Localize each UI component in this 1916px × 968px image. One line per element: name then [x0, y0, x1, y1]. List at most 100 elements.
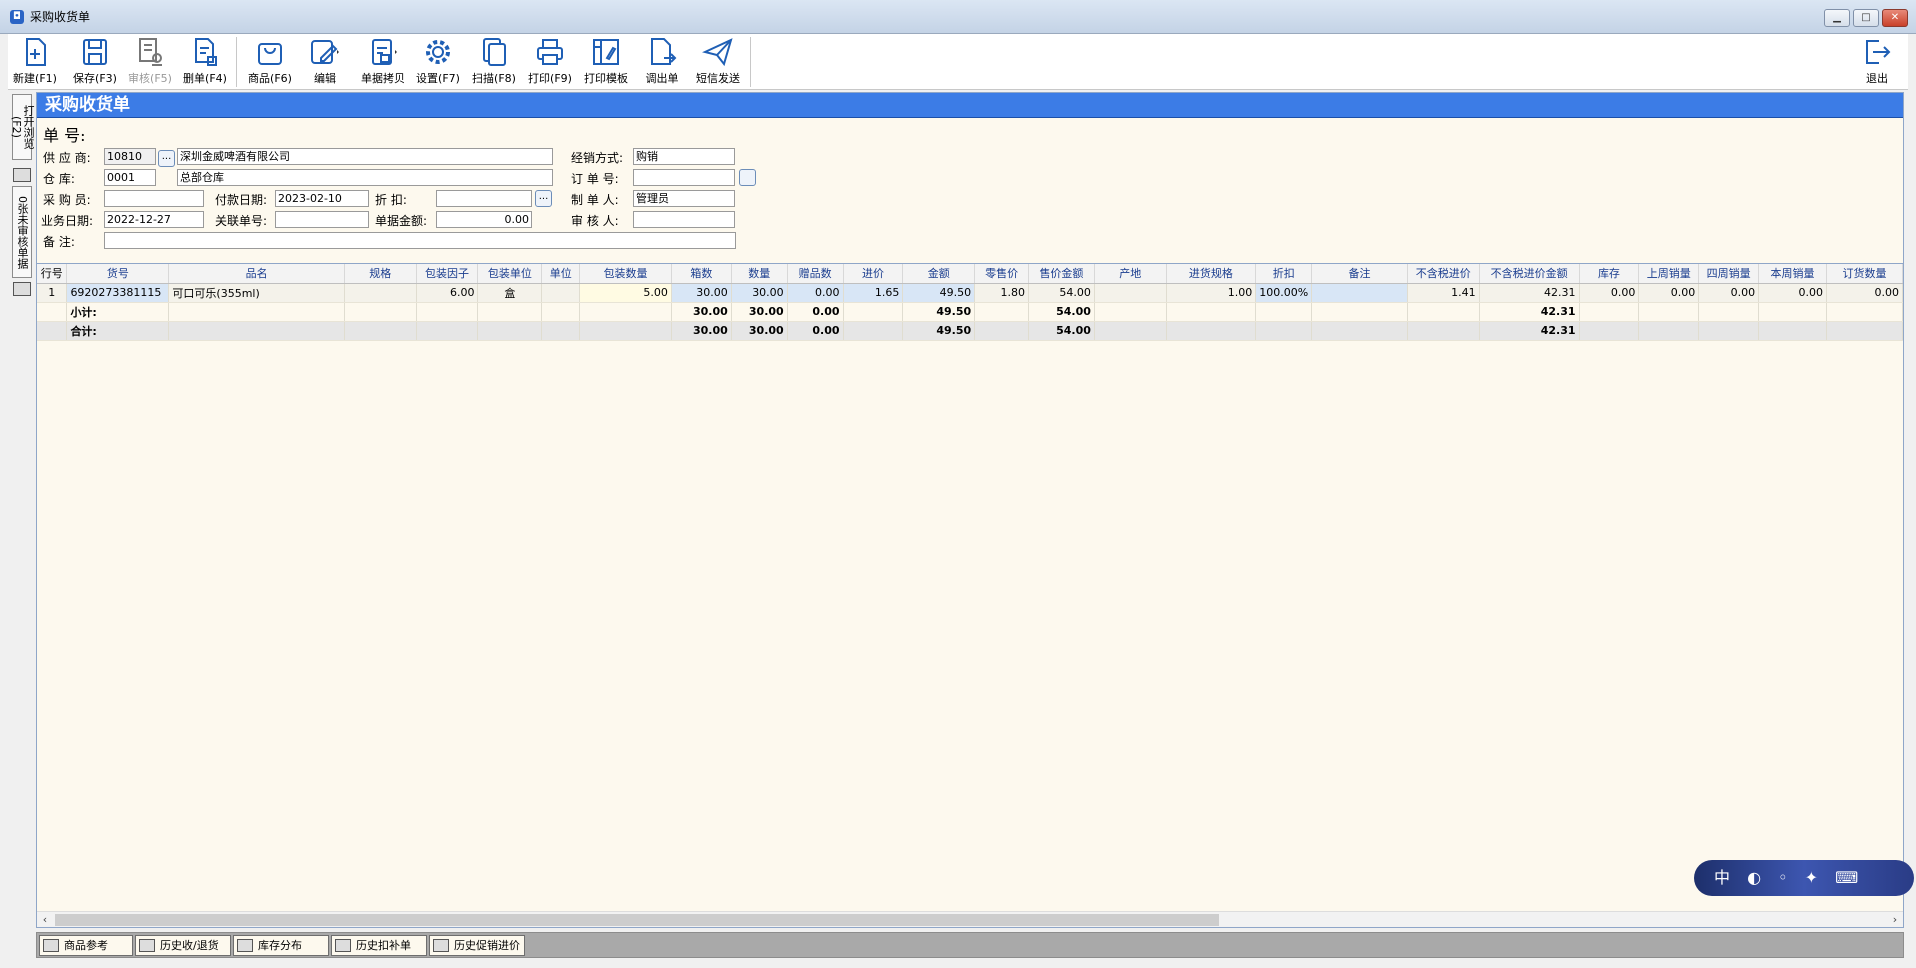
scroll-right-arrow[interactable]: ›: [1887, 912, 1903, 928]
warehouse-name-field[interactable]: 总部仓库: [177, 169, 553, 186]
tab-history-deduction[interactable]: 历史扣补单: [331, 935, 427, 956]
col-header[interactable]: 零售价: [974, 264, 1030, 284]
cell-origin[interactable]: [1094, 283, 1167, 303]
print-template-button[interactable]: 打印模板: [580, 36, 632, 88]
cell-last-week-sales[interactable]: 0.00: [1638, 283, 1700, 303]
col-header[interactable]: 规格: [344, 264, 417, 284]
cell-unit[interactable]: [541, 283, 581, 303]
goods-button[interactable]: 商品(F6): [244, 36, 296, 88]
minimize-button[interactable]: ▁: [1824, 9, 1850, 27]
new-button[interactable]: 新建(F1): [12, 36, 58, 88]
order-picker-button[interactable]: [739, 169, 756, 186]
cell-sale-amount[interactable]: 54.00: [1028, 283, 1095, 303]
col-header[interactable]: 售价金额: [1028, 264, 1095, 284]
cell-pack-unit[interactable]: 盒: [477, 283, 543, 303]
maximize-button[interactable]: □: [1853, 9, 1879, 27]
cell-discount[interactable]: 100.00%: [1255, 283, 1313, 303]
supplier-name-field[interactable]: 深圳金威啤酒有限公司: [177, 148, 553, 165]
col-header[interactable]: 数量: [731, 264, 788, 284]
col-header[interactable]: 备注: [1311, 264, 1408, 284]
col-header[interactable]: 库存: [1579, 264, 1640, 284]
tab-history-promo-price[interactable]: 历史促销进价: [429, 935, 525, 956]
cell-pack-qty[interactable]: 5.00: [579, 283, 672, 303]
cell-item-code[interactable]: 6920273381115: [66, 283, 170, 303]
buyer-field[interactable]: [104, 190, 204, 207]
auditor-field[interactable]: [633, 211, 735, 228]
discount-picker-button[interactable]: ...: [535, 190, 552, 207]
cell-pack-factor[interactable]: 6.00: [416, 283, 479, 303]
cell-order-qty[interactable]: 0.00: [1826, 283, 1903, 303]
col-header[interactable]: 包装因子: [416, 264, 479, 284]
edit-button[interactable]: 编辑: [302, 36, 348, 88]
exit-button[interactable]: 退出: [1858, 36, 1896, 88]
print-button[interactable]: 打印(F9): [524, 36, 576, 88]
save-button[interactable]: 保存(F3): [68, 36, 122, 88]
cell-purchase-spec[interactable]: 1.00: [1166, 283, 1257, 303]
col-header[interactable]: 行号: [37, 264, 68, 284]
cell-this-week-sales[interactable]: 0.00: [1758, 283, 1827, 303]
biz-date-field[interactable]: 2022-12-27: [104, 211, 204, 228]
load-doc-button[interactable]: 调出单: [640, 36, 684, 88]
cell-spec[interactable]: [344, 283, 417, 303]
table-row[interactable]: 1 6920273381115 可口可乐(355ml) 6.00 盒 5.00 …: [37, 283, 1903, 303]
cell-four-week-sales[interactable]: 0.00: [1698, 283, 1760, 303]
supplier-code-field[interactable]: 10810: [104, 148, 156, 165]
order-no-field[interactable]: [633, 169, 735, 186]
copy-doc-button[interactable]: 单据拷贝: [356, 36, 410, 88]
cell-qty[interactable]: 30.00: [731, 283, 788, 303]
col-header[interactable]: 包装单位: [477, 264, 543, 284]
close-button[interactable]: ✕: [1882, 9, 1908, 27]
col-header[interactable]: 四周销量: [1698, 264, 1760, 284]
col-header[interactable]: 上周销量: [1638, 264, 1700, 284]
cell-cost-price[interactable]: 1.65: [843, 283, 904, 303]
col-header[interactable]: 金额: [902, 264, 976, 284]
open-browse-tab[interactable]: 打开浏览(F2): [10, 94, 35, 160]
cell-stock[interactable]: 0.00: [1579, 283, 1640, 303]
col-header[interactable]: 货号: [66, 264, 170, 284]
col-header[interactable]: 产地: [1094, 264, 1167, 284]
cell-net-amount[interactable]: 42.31: [1479, 283, 1580, 303]
unaudited-docs-tab[interactable]: 0张未审核单据: [12, 186, 32, 278]
audit-button[interactable]: 审核(F5): [124, 36, 176, 88]
col-header[interactable]: 单位: [541, 264, 581, 284]
tab-goods-reference[interactable]: 商品参考: [39, 935, 133, 956]
ime-toolbar[interactable]: 中 ◐ ◦ ✦ ⌨: [1694, 860, 1914, 896]
cell-net-price[interactable]: 1.41: [1407, 283, 1480, 303]
cell-item-name[interactable]: 可口可乐(355ml): [168, 283, 345, 303]
col-header[interactable]: 品名: [168, 264, 345, 284]
amount-field[interactable]: 0.00: [436, 211, 532, 228]
cell-retail-price[interactable]: 1.80: [974, 283, 1030, 303]
maker-field[interactable]: 管理员: [633, 190, 735, 207]
sms-button[interactable]: 短信发送: [692, 36, 744, 88]
col-header[interactable]: 本周销量: [1758, 264, 1827, 284]
scroll-thumb[interactable]: [55, 914, 1219, 926]
col-header[interactable]: 不含税进价: [1407, 264, 1480, 284]
tab-stock-distribution[interactable]: 库存分布: [233, 935, 329, 956]
cell-boxes[interactable]: 30.00: [671, 283, 732, 303]
col-header[interactable]: 进价: [843, 264, 904, 284]
col-header[interactable]: 包装数量: [579, 264, 672, 284]
col-header[interactable]: 进货规格: [1166, 264, 1257, 284]
settings-button[interactable]: 设置(F7): [412, 36, 464, 88]
warehouse-code-field[interactable]: 0001: [104, 169, 156, 186]
cell-remark[interactable]: [1311, 283, 1408, 303]
col-header[interactable]: 折扣: [1255, 264, 1313, 284]
col-header[interactable]: 不含税进价金额: [1479, 264, 1580, 284]
scroll-left-arrow[interactable]: ‹: [37, 912, 53, 928]
sales-mode-field[interactable]: 购销: [633, 148, 735, 165]
cell-gift-qty[interactable]: 0.00: [787, 283, 844, 303]
cell-amount[interactable]: 49.50: [902, 283, 976, 303]
col-header[interactable]: 订货数量: [1826, 264, 1903, 284]
related-no-field[interactable]: [275, 211, 369, 228]
cell-line-no[interactable]: 1: [37, 283, 68, 303]
supplier-picker-button[interactable]: ...: [158, 150, 175, 167]
discount-field[interactable]: [436, 190, 532, 207]
pay-date-field[interactable]: 2023-02-10: [275, 190, 369, 207]
col-header[interactable]: 箱数: [671, 264, 732, 284]
remark-field[interactable]: [104, 232, 736, 249]
horizontal-scrollbar[interactable]: ‹ ›: [37, 911, 1903, 927]
scan-button[interactable]: 扫描(F8): [468, 36, 520, 88]
col-header[interactable]: 赠品数: [787, 264, 844, 284]
tab-history-receive-return[interactable]: 历史收/退货: [135, 935, 231, 956]
delete-doc-button[interactable]: 删单(F4): [180, 36, 230, 88]
